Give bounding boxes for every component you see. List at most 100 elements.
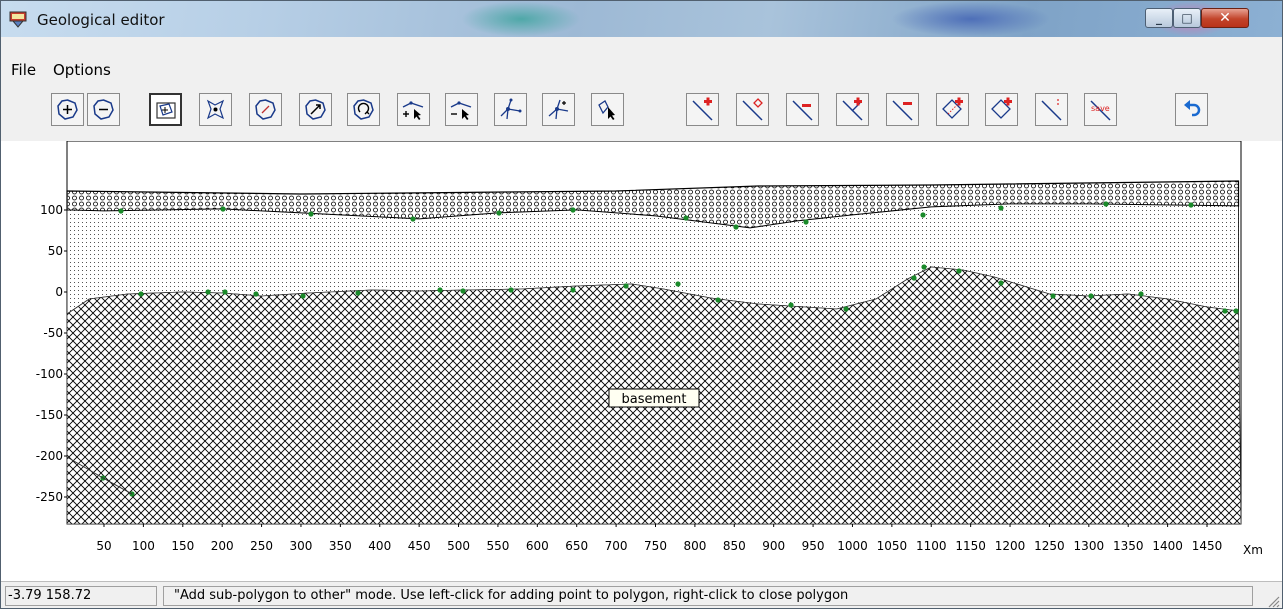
polygon-node[interactable]: [675, 281, 681, 287]
minimize-icon: _: [1156, 11, 1162, 25]
polygon-node[interactable]: [956, 268, 962, 274]
delete-line-segment-icon: [792, 100, 813, 121]
y-axis: 100 50 0 -50 -100 -150 -200 -250: [36, 203, 67, 504]
polygon-node[interactable]: [911, 275, 917, 281]
add-line-polygon-button[interactable]: [936, 93, 969, 126]
add-line-polygon-icon: [942, 97, 963, 119]
status-message: "Add sub-polygon to other" mode. Use lef…: [163, 586, 1253, 606]
title-bar[interactable]: Geological editor _ □ ✕: [1, 1, 1282, 37]
line-tool-button[interactable]: [1035, 93, 1068, 126]
x-tick-label: 1450: [1192, 539, 1223, 553]
polygon-node[interactable]: [222, 289, 228, 295]
geological-editor-window: Geological editor _ □ ✕ File Options sav…: [0, 0, 1283, 609]
remove-line-point-button[interactable]: [886, 93, 919, 126]
remove-line-point-icon: [892, 100, 913, 121]
basement-label-box[interactable]: basement: [608, 388, 700, 408]
polygon-node[interactable]: [308, 211, 314, 217]
polygon-node[interactable]: [508, 287, 514, 293]
close-icon: ✕: [1219, 10, 1231, 26]
polygon-node[interactable]: [920, 212, 926, 218]
x-unit-label: Xm: [1243, 543, 1263, 557]
polygon-node[interactable]: [1138, 291, 1144, 297]
move-node-button[interactable]: [542, 93, 575, 126]
add-polygon-button[interactable]: [51, 93, 84, 126]
move-polygon-button[interactable]: [299, 93, 332, 126]
polygon-node[interactable]: [1188, 202, 1194, 208]
polygon-node[interactable]: [843, 306, 849, 312]
add-line-polygon-alt-button[interactable]: [985, 93, 1018, 126]
polygon-node[interactable]: [1103, 201, 1109, 207]
close-button[interactable]: ✕: [1201, 8, 1249, 28]
edit-line-button[interactable]: [736, 93, 769, 126]
polygon-node[interactable]: [1088, 293, 1094, 299]
polygon-node[interactable]: [998, 280, 1004, 286]
add-point-button[interactable]: [397, 93, 430, 126]
x-tick-label: 800: [683, 539, 706, 553]
polygon-node[interactable]: [803, 219, 809, 225]
split-polygon-button[interactable]: [199, 93, 232, 126]
add-sub-polygon-button[interactable]: [149, 93, 182, 126]
polygon-node[interactable]: [496, 210, 502, 216]
polygon-node[interactable]: [1050, 293, 1056, 299]
remove-polygon-icon: [93, 99, 114, 120]
polygon-node[interactable]: [410, 216, 416, 222]
x-tick-label: 100: [132, 539, 155, 553]
undo-button[interactable]: [1175, 93, 1208, 126]
polygon-node[interactable]: [220, 206, 226, 212]
y-tick-label: -150: [36, 408, 63, 422]
resize-grip-icon[interactable]: [1266, 594, 1280, 608]
x-tick-label: 150: [171, 539, 194, 553]
remove-point-icon: [450, 101, 472, 120]
menu-options[interactable]: Options: [53, 61, 111, 79]
menu-file[interactable]: File: [11, 61, 36, 79]
x-tick-label: 1200: [995, 539, 1026, 553]
edit-polygon-button[interactable]: [249, 93, 282, 126]
polygon-node[interactable]: [118, 208, 124, 214]
polygon-node[interactable]: [921, 264, 927, 270]
x-tick-label: 350: [329, 539, 352, 553]
x-tick-label: 1400: [1152, 539, 1183, 553]
polygon-node[interactable]: [1222, 308, 1228, 314]
cursor-coordinates: -3.79 158.72: [5, 586, 157, 606]
rotate-polygon-button[interactable]: [347, 93, 380, 126]
polygon-node[interactable]: [788, 302, 794, 308]
polygon-node[interactable]: [460, 288, 466, 294]
polygon-node[interactable]: [205, 289, 211, 295]
add-line-button[interactable]: [686, 93, 719, 126]
polygon-node[interactable]: [683, 215, 689, 221]
move-point-button[interactable]: [494, 93, 527, 126]
add-line-point-button[interactable]: [836, 93, 869, 126]
toolbar: save: [1, 83, 1282, 141]
section-plot[interactable]: 100 50 0 -50 -100 -150 -200 -250 50 100 150 200 250…: [1, 140, 1282, 581]
delete-line-segment-button[interactable]: [786, 93, 819, 126]
x-tick-label: 1350: [1113, 539, 1144, 553]
x-tick-label: 500: [447, 539, 470, 553]
select-node-button[interactable]: [591, 93, 624, 126]
polygon-node[interactable]: [998, 205, 1004, 211]
add-sub-polygon-icon: [156, 102, 176, 119]
polygon-node[interactable]: [253, 291, 259, 297]
remove-point-button[interactable]: [445, 93, 478, 126]
edit-line-icon: [742, 98, 763, 121]
y-tick-label: 0: [55, 285, 63, 299]
remove-polygon-button[interactable]: [87, 93, 120, 126]
polygon-node[interactable]: [570, 287, 576, 293]
polygon-node[interactable]: [715, 297, 721, 303]
polygon-node[interactable]: [570, 207, 576, 213]
maximize-icon: □: [1181, 11, 1193, 25]
minimize-button[interactable]: _: [1145, 8, 1173, 28]
polygon-node[interactable]: [138, 291, 144, 297]
select-node-icon: [598, 100, 615, 120]
split-polygon-icon: [206, 99, 225, 120]
save-lines-button[interactable]: save: [1084, 93, 1117, 126]
polygon-node[interactable]: [355, 290, 361, 296]
polygon-node[interactable]: [300, 293, 306, 299]
plot-canvas[interactable]: 100500-50-100-150-200-250 50 100 150 200 250…: [1, 140, 1282, 581]
maximize-button[interactable]: □: [1173, 8, 1201, 28]
polygon-node[interactable]: [437, 287, 443, 293]
polygon-node[interactable]: [623, 283, 629, 289]
x-tick-label: 750: [644, 539, 667, 553]
polygon-node[interactable]: [733, 224, 739, 230]
polygon-node[interactable]: [1233, 308, 1239, 314]
x-tick-label: 900: [762, 539, 785, 553]
